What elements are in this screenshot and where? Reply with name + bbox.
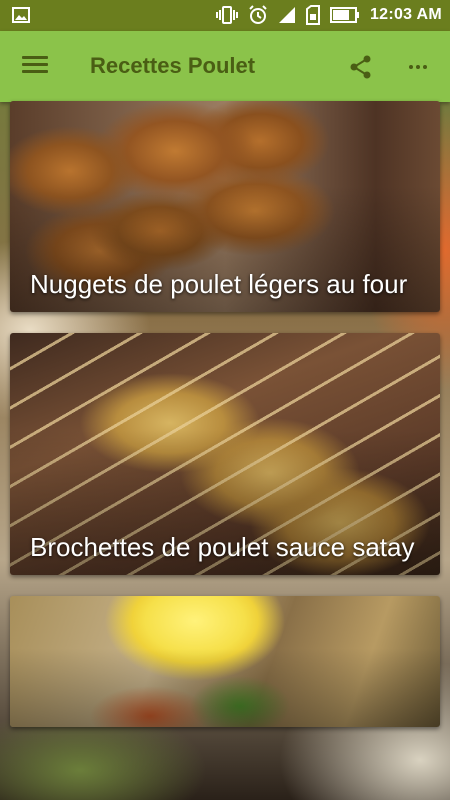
recipe-card-third[interactable] — [10, 596, 440, 727]
status-bar: 12:03 AM — [0, 0, 450, 31]
vibrate-icon — [215, 5, 238, 25]
sim-icon — [305, 5, 320, 25]
share-icon[interactable] — [347, 53, 375, 81]
recipe-title: Nuggets de poulet légers au four — [30, 269, 408, 299]
menu-icon[interactable] — [22, 53, 48, 79]
battery-icon — [329, 7, 360, 23]
more-vert-icon[interactable] — [406, 53, 430, 81]
alarm-icon — [248, 5, 268, 25]
image-icon — [12, 7, 30, 23]
recipe-card-nuggets[interactable]: Nuggets de poulet légers au four — [10, 101, 440, 312]
app-bar: Recettes Poulet — [0, 31, 450, 102]
card-image — [10, 596, 440, 727]
app-title: Recettes Poulet — [90, 53, 256, 78]
status-time: 12:03 AM — [369, 6, 442, 23]
recipe-card-brochettes[interactable]: Brochettes de poulet sauce satay — [10, 333, 440, 575]
recipe-title: Brochettes de poulet sauce satay — [30, 532, 415, 562]
signal-icon — [278, 6, 296, 24]
